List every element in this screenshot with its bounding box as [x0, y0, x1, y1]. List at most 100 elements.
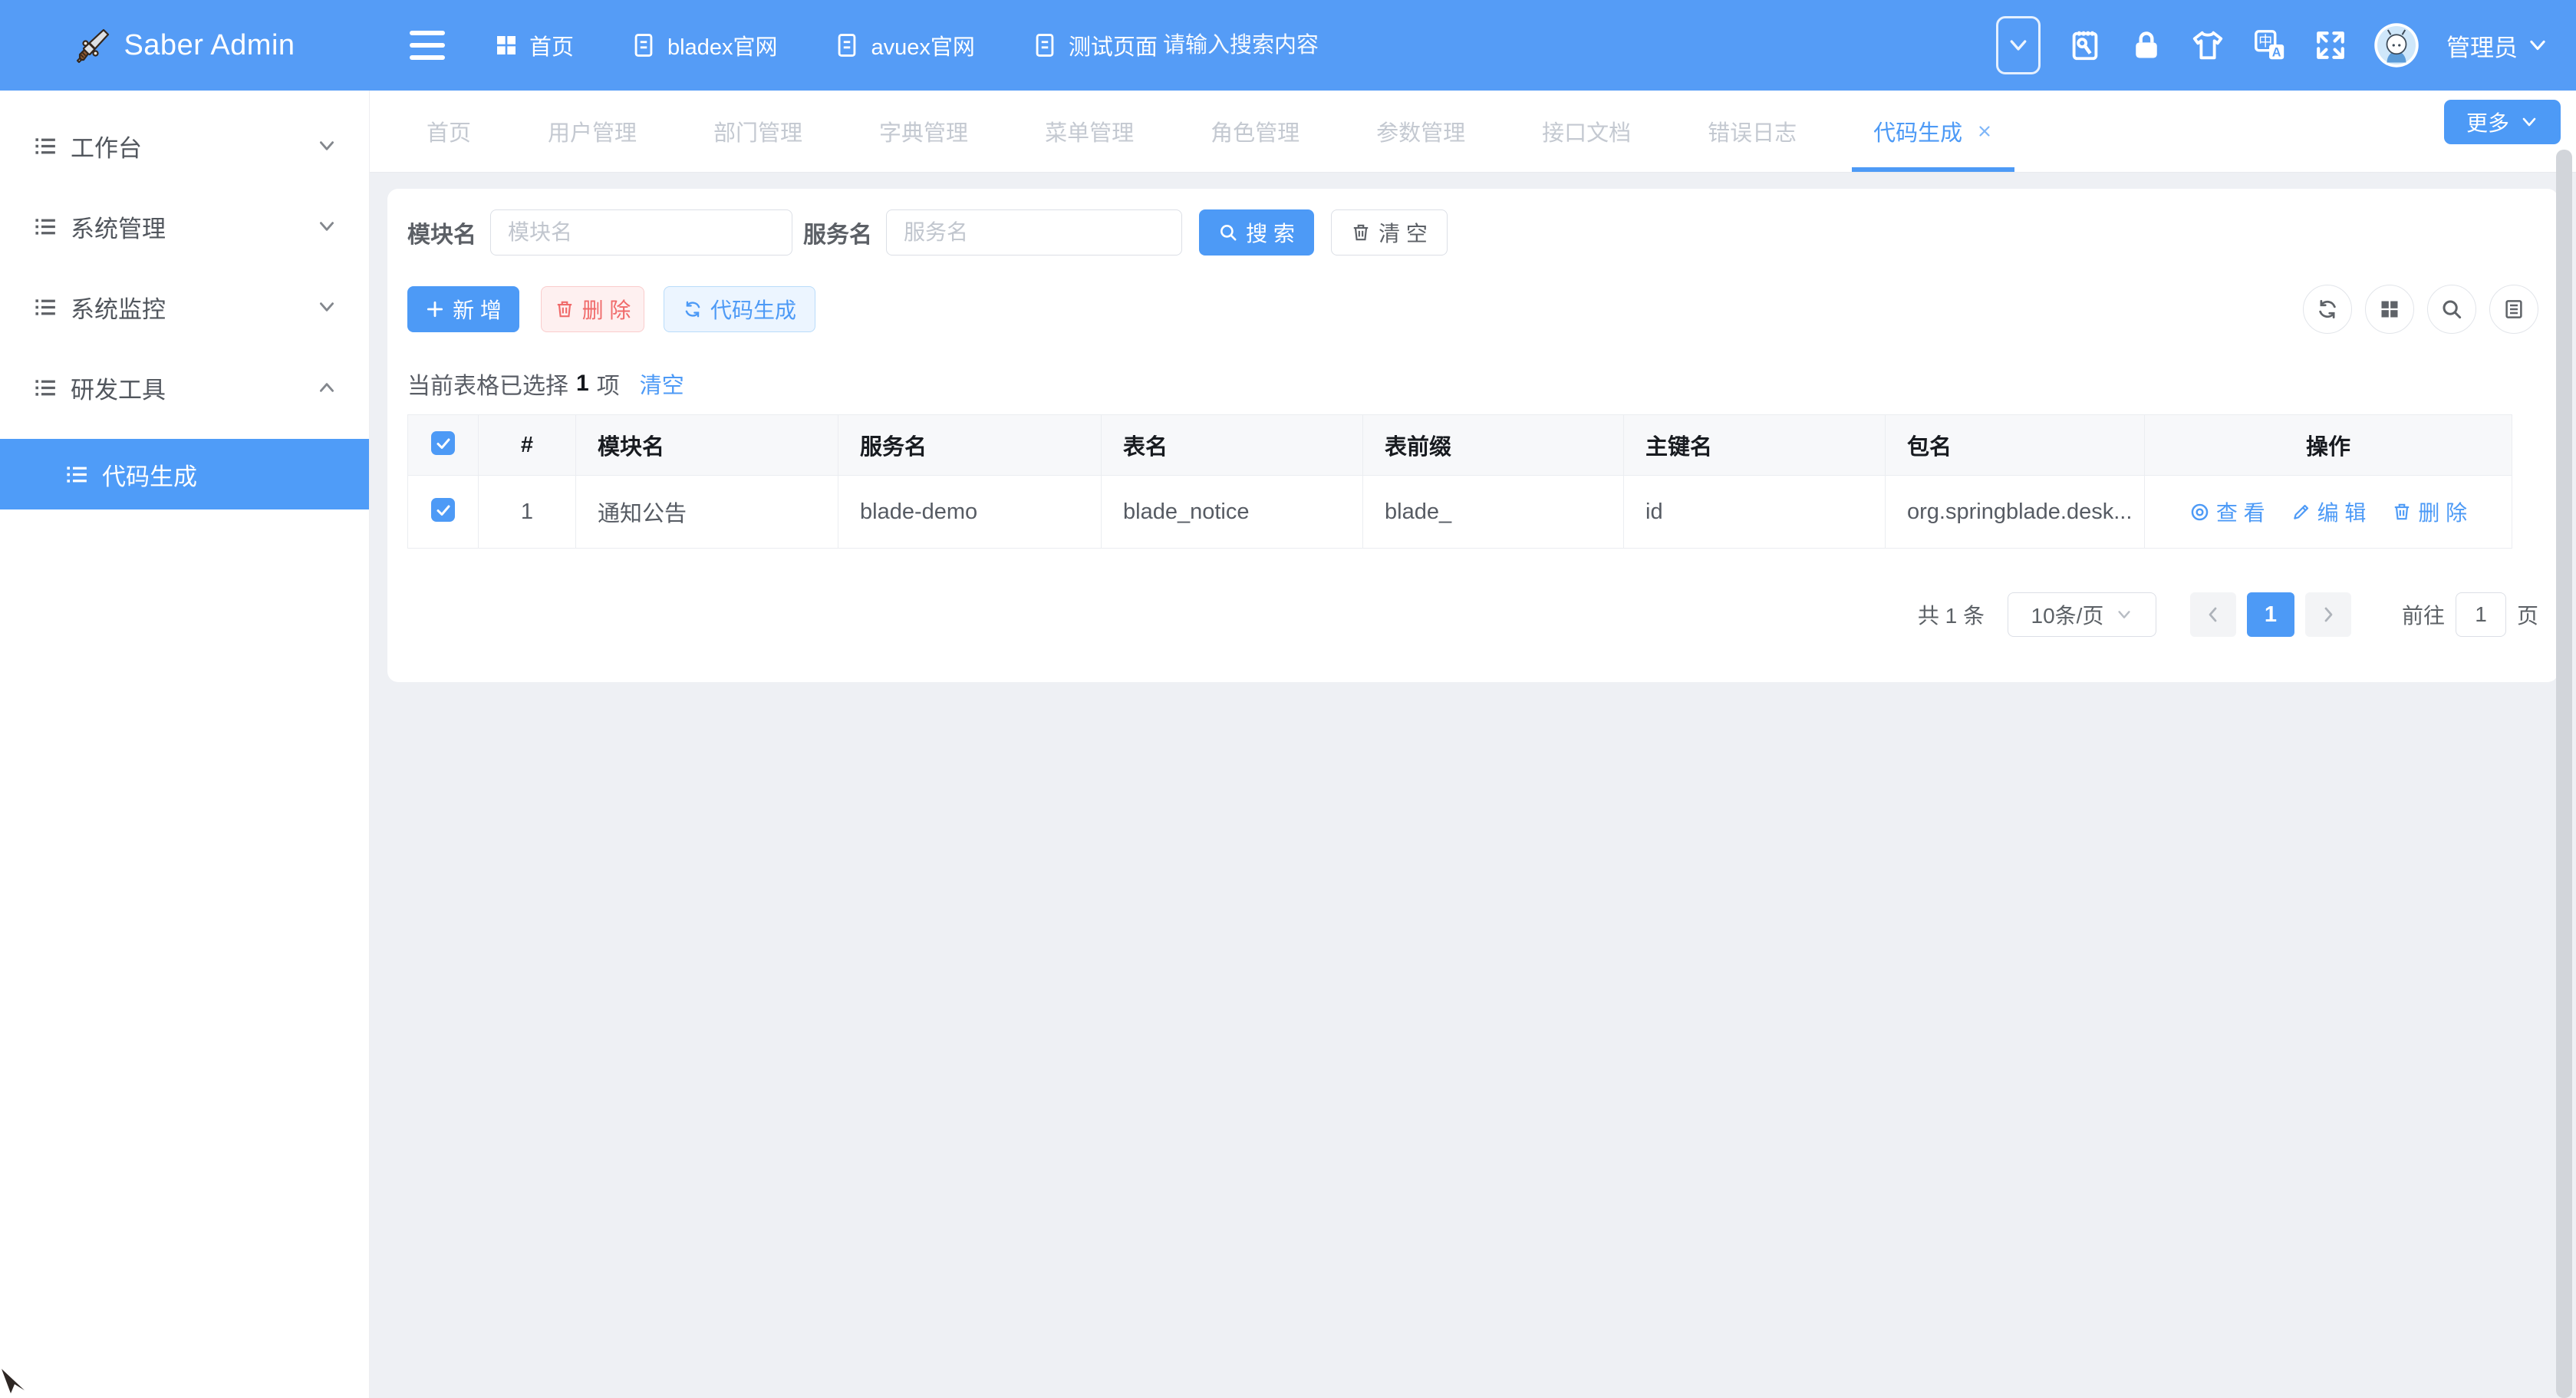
tab-api-docs[interactable]: 接口文档: [1542, 91, 1631, 172]
trash-icon: [555, 299, 575, 319]
pagination-total: 共 1 条: [1918, 599, 1985, 630]
prev-page-button[interactable]: [2190, 592, 2236, 637]
tab-department-management[interactable]: 部门管理: [713, 91, 802, 172]
menu-list-icon: [33, 295, 58, 320]
mouse-cursor: [0, 1367, 31, 1398]
app-logo[interactable]: Saber Admin: [0, 0, 370, 91]
dagger-icon: [74, 27, 111, 64]
select-all-checkbox[interactable]: [431, 431, 455, 455]
chevron-down-icon: [317, 136, 337, 156]
chevron-down-icon: [317, 216, 337, 236]
toggle-search-button[interactable]: [2427, 285, 2476, 334]
top-nav: 首页 bladex官网 avuex官网 测试页面: [494, 0, 1158, 91]
tab-error-log[interactable]: 错误日志: [1708, 91, 1797, 172]
plus-icon: [425, 299, 445, 319]
sidebar-item-system-monitor[interactable]: 系统监控: [0, 278, 369, 336]
next-page-button[interactable]: [2305, 592, 2351, 637]
search-button[interactable]: 搜 索: [1199, 209, 1314, 256]
goto-label: 前往: [2402, 599, 2445, 630]
column-settings-button[interactable]: [2489, 285, 2538, 334]
codegen-panel: 模块名 服务名 搜 索 清 空 新 增 删 除: [387, 189, 2558, 682]
user-avatar[interactable]: [2373, 22, 2420, 68]
sidebar-item-dev-tools[interactable]: 研发工具: [0, 358, 369, 417]
sidebar-item-workbench[interactable]: 工作台: [0, 117, 369, 175]
tab-role-management[interactable]: 角色管理: [1211, 91, 1300, 172]
toolbar-row: 新 增 删 除 代码生成: [407, 285, 2538, 333]
cell-service: blade-demo: [838, 476, 1102, 549]
grid-icon: [494, 33, 519, 58]
module-name-label: 模块名: [407, 216, 476, 249]
tab-close-icon[interactable]: [1976, 123, 1993, 140]
page-size-select[interactable]: 10条/页: [2008, 592, 2156, 637]
cell-table: blade_notice: [1102, 476, 1363, 549]
delete-link[interactable]: 删 除: [2392, 496, 2467, 527]
filter-row: 模块名 服务名 搜 索 清 空: [407, 209, 2538, 256]
translate-icon: [2252, 28, 2288, 63]
user-menu[interactable]: 管理员: [2446, 28, 2548, 63]
cell-index: 1: [479, 476, 576, 549]
refresh-icon: [2316, 298, 2339, 321]
page-number-current[interactable]: 1: [2247, 592, 2294, 637]
refresh-icon: [683, 299, 703, 319]
edit-pencil-icon: [2291, 502, 2311, 522]
search-icon: [2440, 298, 2463, 321]
lock-icon: [2130, 28, 2163, 62]
search-icon: [1218, 223, 1238, 242]
edit-link[interactable]: 编 辑: [2291, 496, 2367, 527]
tab-home[interactable]: 首页: [427, 91, 471, 172]
menu-list-icon: [33, 214, 58, 239]
cell-package: org.springblade.desk...: [1886, 476, 2145, 549]
user-name: 管理员: [2446, 28, 2518, 63]
vertical-scrollbar[interactable]: [2556, 150, 2572, 1398]
nav-item-home[interactable]: 首页: [494, 29, 574, 61]
refresh-table-button[interactable]: [2303, 285, 2352, 334]
tab-bar: 首页 用户管理 部门管理 字典管理 菜单管理 角色管理 参数管理 接口文档 错误…: [370, 91, 2576, 173]
avatar-icon: [2373, 22, 2420, 68]
tab-menu-management[interactable]: 菜单管理: [1045, 91, 1134, 172]
service-name-input[interactable]: [886, 209, 1182, 256]
chevron-down-icon: [2520, 113, 2538, 131]
sidebar-item-system-management[interactable]: 系统管理: [0, 197, 369, 256]
chevron-down-icon: [317, 297, 337, 317]
nav-item-test-page[interactable]: 测试页面: [1032, 29, 1158, 61]
nav-item-bladex-site[interactable]: bladex官网: [631, 29, 777, 61]
selection-count: 1: [576, 371, 589, 397]
row-checkbox[interactable]: [431, 498, 455, 522]
tab-codegen[interactable]: 代码生成: [1873, 91, 1993, 172]
delete-button[interactable]: 删 除: [541, 286, 644, 332]
check-icon: [434, 501, 453, 519]
sidebar: 工作台 系统管理 系统监控 研发工具 代码生成: [0, 91, 370, 1398]
add-button[interactable]: 新 增: [407, 286, 519, 332]
topbar-toggle-button[interactable]: [1996, 16, 2041, 74]
language-button[interactable]: [2252, 28, 2288, 63]
display-settings-button[interactable]: [2365, 285, 2414, 334]
theme-button[interactable]: [2190, 28, 2225, 63]
document-icon: [1032, 32, 1058, 58]
generate-code-button[interactable]: 代码生成: [664, 286, 815, 332]
menu-collapse-button[interactable]: [410, 29, 445, 61]
tab-parameter-management[interactable]: 参数管理: [1376, 91, 1465, 172]
module-name-input[interactable]: [490, 209, 792, 256]
tab-dictionary-management[interactable]: 字典管理: [879, 91, 968, 172]
clear-selection-link[interactable]: 清空: [640, 368, 684, 400]
view-link[interactable]: 查 看: [2189, 496, 2265, 527]
app-header: Saber Admin 首页 bladex官网 avuex官网 测试页面: [0, 0, 2576, 91]
table-tools: [2303, 285, 2538, 334]
document-lines-icon: [2502, 298, 2525, 321]
sidebar-subitem-codegen[interactable]: 代码生成: [0, 439, 369, 509]
clear-filters-button[interactable]: 清 空: [1331, 209, 1448, 256]
nav-item-avuex-site[interactable]: avuex官网: [834, 29, 974, 61]
trash-icon: [1351, 223, 1371, 242]
tshirt-icon: [2190, 28, 2225, 63]
more-button[interactable]: 更多: [2444, 100, 2561, 144]
debug-tool-button[interactable]: [2067, 28, 2103, 63]
lock-screen-button[interactable]: [2130, 28, 2163, 62]
box-chevron-icon: [1996, 16, 2041, 74]
fullscreen-button[interactable]: [2314, 29, 2347, 61]
goto-page-input[interactable]: [2456, 592, 2506, 637]
tab-user-management[interactable]: 用户管理: [548, 91, 637, 172]
chevron-down-icon: [2527, 35, 2548, 56]
chevron-right-icon: [2319, 605, 2337, 624]
header-search-input[interactable]: [1163, 23, 1393, 68]
eye-icon: [2189, 502, 2210, 523]
